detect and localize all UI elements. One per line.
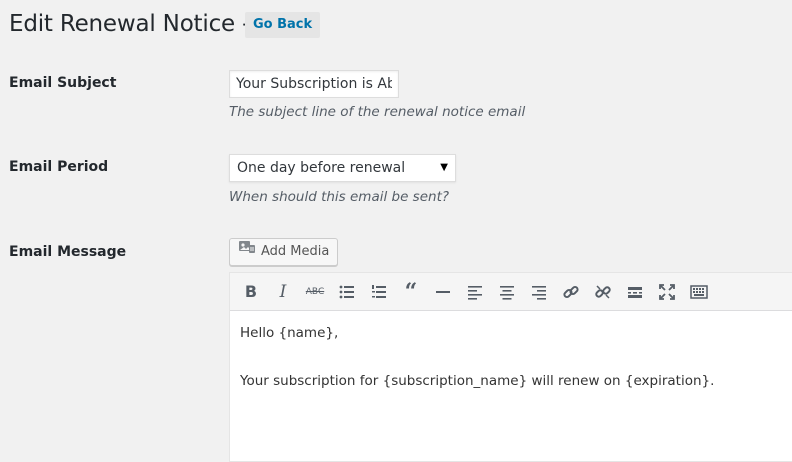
add-media-label: Add Media	[261, 244, 330, 259]
email-period-select[interactable]: One day before renewal ▼	[229, 154, 456, 182]
email-subject-description: The subject line of the renewal notice e…	[229, 104, 526, 120]
content-line: Hello {name},	[240, 325, 339, 341]
go-back-button[interactable]: Go Back	[245, 12, 321, 38]
strikethrough-icon[interactable]: ABC	[299, 278, 331, 306]
italic-icon[interactable]: I	[267, 278, 299, 306]
bullet-list-icon[interactable]	[331, 278, 363, 306]
bold-icon[interactable]: B	[235, 278, 267, 306]
horizontal-line-icon[interactable]	[427, 278, 459, 306]
page-title: Edit Renewal Notice -	[9, 11, 251, 37]
content-line: Your subscription for {subscription_name…	[240, 373, 715, 389]
blockquote-icon[interactable]: “	[395, 278, 427, 306]
add-media-button[interactable]: Add Media	[229, 238, 339, 266]
email-subject-label: Email Subject	[9, 75, 117, 91]
email-period-selected-value: One day before renewal	[237, 160, 406, 176]
numbered-list-icon[interactable]	[363, 278, 395, 306]
message-editor: B I ABC “ Hello {name}, Your subscriptio…	[229, 272, 792, 462]
link-icon[interactable]	[555, 278, 587, 306]
toolbar-toggle-icon[interactable]	[683, 278, 715, 306]
media-icon	[238, 239, 256, 265]
email-subject-input[interactable]	[229, 70, 399, 98]
align-right-icon[interactable]	[523, 278, 555, 306]
editor-content[interactable]: Hello {name}, Your subscription for {sub…	[230, 311, 792, 427]
email-period-description: When should this email be sent?	[229, 189, 450, 205]
email-message-label: Email Message	[9, 244, 127, 260]
align-left-icon[interactable]	[459, 278, 491, 306]
read-more-icon[interactable]	[619, 278, 651, 306]
fullscreen-icon[interactable]	[651, 278, 683, 306]
email-period-label: Email Period	[9, 159, 109, 175]
dropdown-caret-icon: ▼	[440, 162, 448, 173]
editor-toolbar: B I ABC “	[230, 273, 792, 311]
unlink-icon[interactable]	[587, 278, 619, 306]
align-center-icon[interactable]	[491, 278, 523, 306]
